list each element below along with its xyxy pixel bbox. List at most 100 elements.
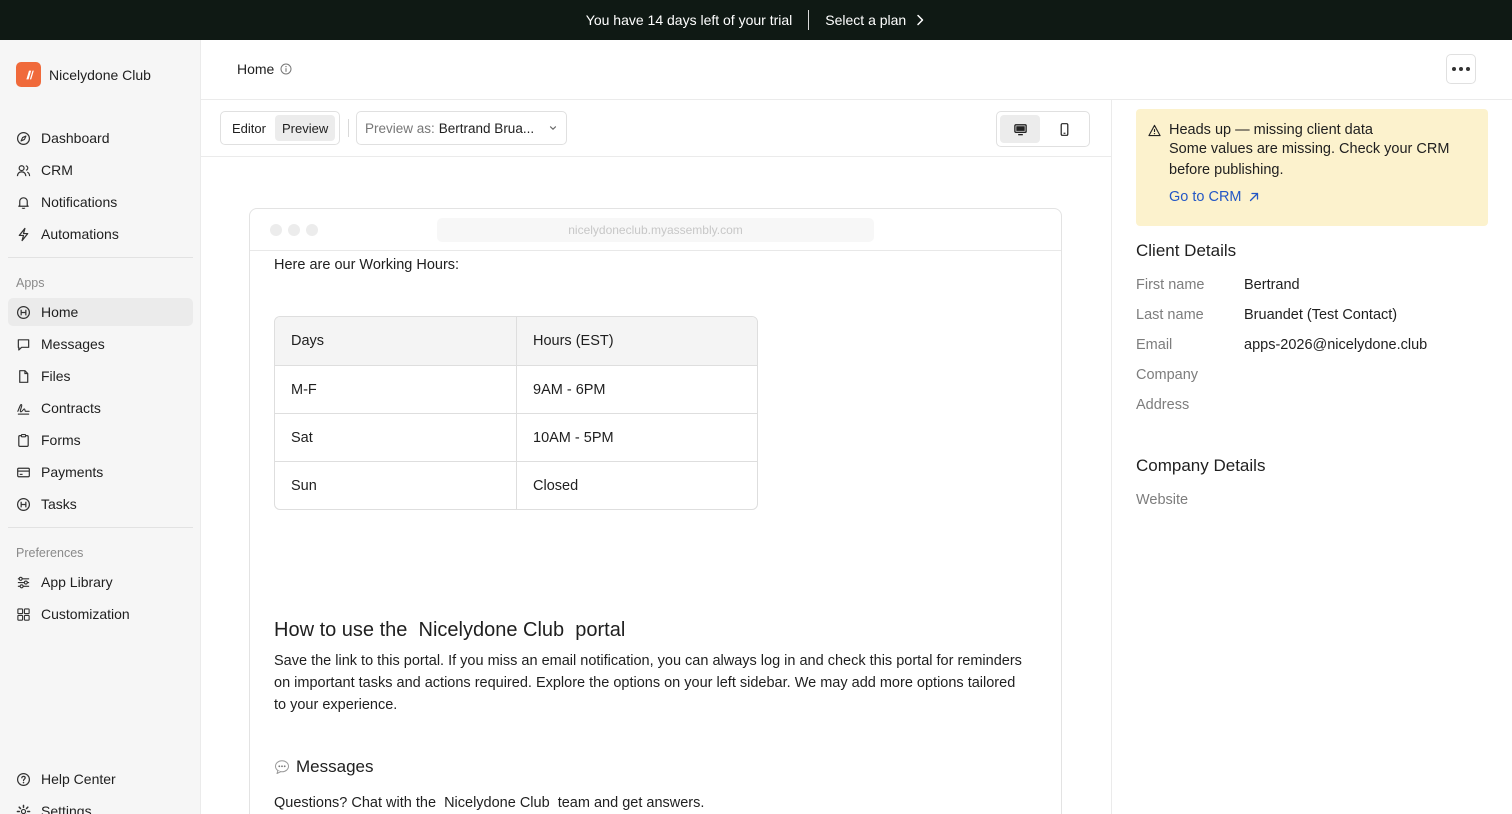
field-label: First name	[1136, 277, 1205, 293]
working-hours-intro: Here are our Working Hours:	[274, 257, 460, 273]
mobile-icon	[1060, 122, 1068, 136]
sidebar-item-contracts[interactable]: Contracts	[8, 394, 193, 422]
arrow-up-right-icon	[1249, 192, 1258, 202]
signature-icon	[17, 403, 30, 415]
preview-as-value: Bertrand Brua...	[438, 120, 535, 136]
editor-tab[interactable]: Editor	[225, 115, 273, 141]
working-hours-table: Days Hours (EST) M-F 9AM - 6PM Sat 10AM …	[274, 316, 758, 510]
info-icon[interactable]	[280, 63, 292, 75]
go-to-crm-label: Go to CRM	[1169, 189, 1242, 205]
table-header: Days	[291, 333, 325, 349]
bell-icon	[18, 196, 29, 209]
warning-icon	[1148, 124, 1161, 136]
sidebar-item-help-center[interactable]: Help Center	[8, 765, 193, 793]
sidebar-item-label: Notifications	[41, 194, 118, 210]
sidebar-item-label: Contracts	[41, 400, 101, 416]
messages-heading-text: Messages	[296, 757, 374, 776]
more-dots-icon	[1466, 67, 1470, 71]
page-title: Home	[237, 61, 292, 77]
message-icon	[17, 338, 30, 351]
sidebar-item-settings[interactable]: Settings	[8, 797, 193, 814]
field-label: Website	[1136, 492, 1189, 508]
table-cell: M-F	[291, 381, 317, 398]
page-title-text: Home	[237, 61, 275, 77]
sidebar-item-crm[interactable]: CRM	[8, 156, 193, 184]
toolbar-divider	[348, 119, 349, 137]
sidebar-item-label: Tasks	[41, 496, 77, 512]
sidebar-item-forms[interactable]: Forms	[8, 426, 193, 454]
sidebar-item-payments[interactable]: Payments	[8, 458, 193, 486]
sidebar-item-messages[interactable]: Messages	[8, 330, 193, 358]
alert-title: Heads up — missing client data	[1169, 122, 1373, 138]
gear-icon	[16, 804, 31, 814]
browser-chrome: nicelydoneclub.myassembly.com	[250, 209, 1061, 251]
sidebar-item-label: Settings	[41, 803, 92, 814]
chevron-right-icon	[917, 14, 924, 26]
preview-as-label: Preview as:	[365, 120, 435, 136]
device-toggle	[996, 111, 1090, 147]
details-panel: Heads up — missing client data Some valu…	[1111, 100, 1512, 814]
home-app-icon	[16, 305, 31, 319]
client-field-first-name: First name Bertrand	[1136, 277, 1300, 293]
sidebar-item-customization[interactable]: Customization	[8, 600, 193, 628]
sidebar: Nicelydone Club Dashboard CRM Notificati…	[0, 40, 201, 814]
more-dots-icon	[1452, 67, 1456, 71]
sidebar-item-label: App Library	[41, 574, 113, 590]
messages-text: Questions? Chat with the Nicelydone Club…	[274, 795, 705, 811]
client-field-company: Company	[1136, 367, 1244, 383]
field-value: Bruandet (Test Contact)	[1244, 307, 1398, 323]
company-details-title: Company Details	[1136, 456, 1266, 475]
select-plan-link[interactable]: Select a plan	[825, 12, 926, 28]
sidebar-item-app-library[interactable]: App Library	[8, 568, 193, 596]
field-label: Company	[1136, 367, 1199, 383]
mode-toggle: Editor Preview	[220, 111, 341, 145]
window-dot	[306, 224, 318, 236]
banner-divider	[808, 10, 810, 30]
client-details-title: Client Details	[1136, 241, 1237, 260]
sidebar-item-automations[interactable]: Automations	[8, 220, 193, 248]
brand-logo-icon	[16, 62, 41, 87]
portal-content: Here are our Working Hours: Days Hours (…	[274, 257, 1034, 811]
desktop-view-button[interactable]	[1000, 115, 1040, 143]
page-header: Home	[201, 40, 1512, 100]
sidebar-item-tasks[interactable]: Tasks	[8, 490, 193, 518]
portal-heading: How to use the Nicelydone Club portal	[274, 619, 626, 641]
desktop-icon	[1013, 123, 1027, 135]
sidebar-item-label: Automations	[41, 226, 119, 242]
go-to-crm-link[interactable]: Go to CRM	[1169, 189, 1476, 205]
sidebar-item-dashboard[interactable]: Dashboard	[8, 124, 193, 152]
field-label: Last name	[1136, 307, 1204, 323]
trial-banner: You have 14 days left of your trial Sele…	[0, 0, 1512, 40]
missing-data-alert: Heads up — missing client data Some valu…	[1136, 109, 1488, 226]
preview-canvas: nicelydoneclub.myassembly.com Here are o…	[201, 158, 1111, 814]
preview-as-select[interactable]: Preview as: Bertrand Brua...	[356, 111, 567, 145]
field-label: Address	[1136, 397, 1190, 413]
sidebar-item-label: CRM	[41, 162, 73, 178]
table-cell: 10AM - 5PM	[516, 414, 757, 461]
alert-body: Some values are missing. Check your CRM …	[1169, 141, 1450, 178]
url-bar: nicelydoneclub.myassembly.com	[437, 218, 874, 242]
compass-icon	[16, 131, 31, 145]
table-cell: Sun	[291, 477, 317, 494]
field-value: Bertrand	[1244, 277, 1300, 293]
table-row: Sun Closed	[275, 461, 757, 509]
sliders-icon	[17, 576, 30, 588]
browser-frame: nicelydoneclub.myassembly.com Here are o…	[249, 208, 1062, 814]
sidebar-divider	[8, 257, 193, 258]
alert-header: Heads up — missing client data	[1148, 122, 1476, 138]
sidebar-item-home[interactable]: Home	[8, 298, 193, 326]
preview-tab[interactable]: Preview	[274, 115, 336, 141]
brand-name: Nicelydone Club	[49, 66, 151, 83]
sidebar-item-notifications[interactable]: Notifications	[8, 188, 193, 216]
brand[interactable]: Nicelydone Club	[16, 62, 151, 87]
field-label: Email	[1136, 337, 1173, 353]
client-field-address: Address	[1136, 397, 1244, 413]
mobile-view-button[interactable]	[1044, 115, 1084, 143]
select-plan-label: Select a plan	[825, 12, 907, 28]
client-field-email: Email apps-2026@nicelydone.club	[1136, 337, 1427, 353]
clipboard-icon	[18, 433, 29, 447]
trial-text: You have 14 days left of your trial	[585, 12, 793, 28]
more-options-button[interactable]	[1446, 54, 1476, 84]
sidebar-item-files[interactable]: Files	[8, 362, 193, 390]
sidebar-item-label: Help Center	[41, 771, 116, 787]
